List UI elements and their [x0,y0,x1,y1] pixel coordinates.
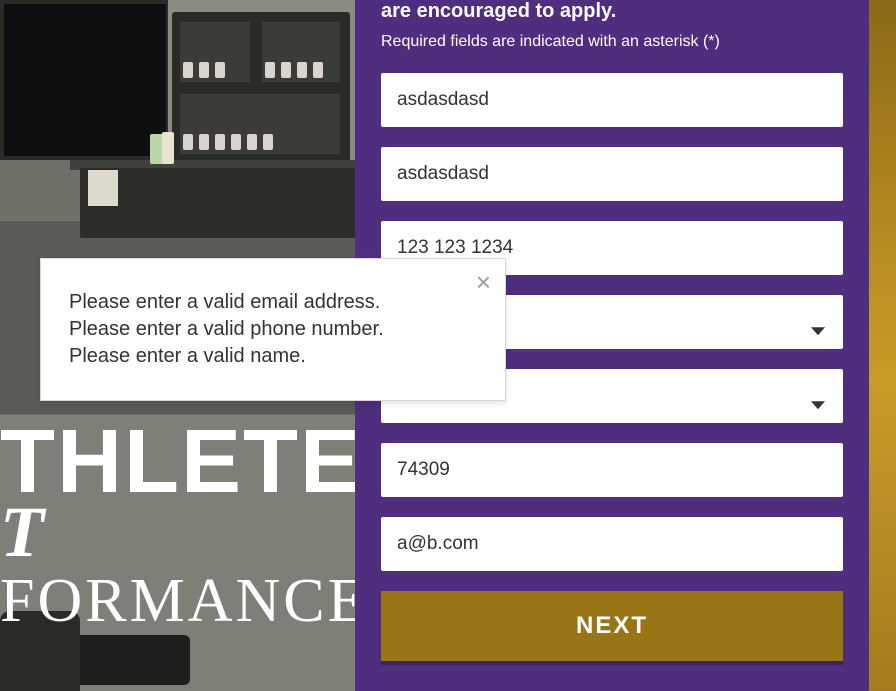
next-button[interactable]: NEXT [381,591,843,661]
close-icon[interactable]: × [476,269,491,295]
shelf-unit [172,12,350,167]
validation-message: Please enter a valid phone number. [69,316,477,343]
gold-edge-strip [868,0,896,691]
validation-message: Please enter a valid name. [69,343,477,370]
gym-equipment [70,635,190,685]
tv-screen [0,0,172,160]
first-name-input[interactable] [381,73,843,127]
form-heading: are encouraged to apply. [381,0,843,23]
email-input[interactable] [381,517,843,571]
last-name-input[interactable] [381,147,843,201]
paper-sign [88,170,118,206]
validation-message: Please enter a valid email address. [69,289,477,316]
zip-input[interactable] [381,443,843,497]
required-hint: Required fields are indicated with an as… [381,33,843,51]
bottle [162,132,174,164]
validation-popup: × Please enter a valid email address. Pl… [40,258,506,401]
counter [80,168,360,238]
